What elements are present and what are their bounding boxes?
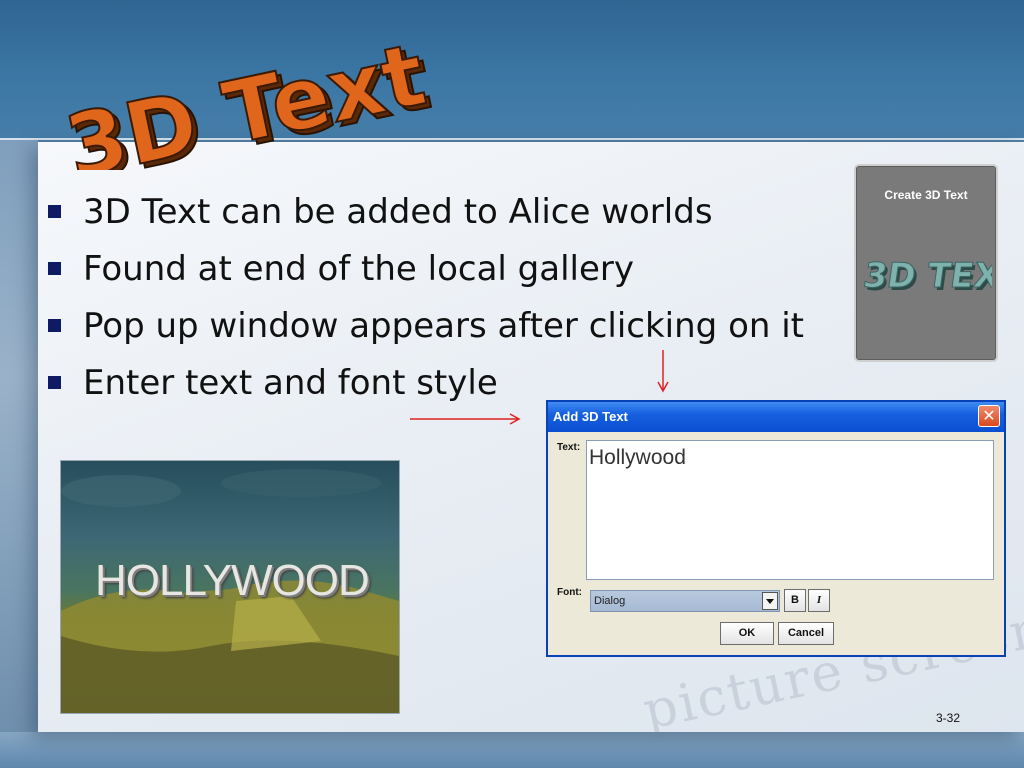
bullet-item: Pop up window appears after clicking on …: [48, 297, 804, 354]
close-button[interactable]: ✕: [978, 405, 1000, 427]
text-input[interactable]: Hollywood: [586, 440, 994, 580]
arrow-right-icon: [410, 413, 521, 425]
3d-text-art-icon: 3D TEXT 3D TEXT: [860, 256, 992, 299]
bullet-list: 3D Text can be added to Alice worlds Fou…: [48, 183, 804, 411]
bullet-square-icon: [48, 262, 61, 275]
hollywood-sign-text: HOLLYWOOD: [95, 556, 370, 605]
bullet-square-icon: [48, 319, 61, 332]
page-number: 3-32: [936, 711, 961, 725]
left-decor-strip: [0, 140, 38, 732]
dialog-title: Add 3D Text: [553, 409, 628, 424]
bullet-item: 3D Text can be added to Alice worlds: [48, 183, 804, 240]
bullet-text: Found at end of the local gallery: [83, 248, 635, 289]
svg-text:3D TEXT: 3D TEXT: [861, 256, 992, 296]
create-3d-text-tile[interactable]: Create 3D Text 3D TEXT 3D TEXT: [854, 164, 998, 362]
add-3d-text-dialog: Add 3D Text ✕ Text: Hollywood Font: Dial…: [546, 400, 1006, 657]
hollywood-scene-image: HOLLYWOOD: [60, 460, 400, 714]
bullet-text: 3D Text can be added to Alice worlds: [83, 191, 713, 232]
chevron-down-icon[interactable]: [762, 592, 778, 610]
font-select-value: Dialog: [594, 595, 626, 607]
text-label: Text:: [557, 442, 581, 453]
cancel-button[interactable]: Cancel: [778, 622, 834, 645]
italic-button[interactable]: I: [808, 589, 830, 612]
bullet-square-icon: [48, 376, 61, 389]
dialog-titlebar[interactable]: Add 3D Text ✕: [548, 402, 1004, 432]
bullet-square-icon: [48, 205, 61, 218]
ok-button[interactable]: OK: [720, 622, 774, 645]
bold-button[interactable]: B: [784, 589, 806, 612]
arrow-down-icon: [657, 350, 669, 393]
slide-title: 3D Text 3D Text: [57, 24, 440, 170]
bullet-text: Pop up window appears after clicking on …: [83, 305, 805, 346]
title-face: 3D Text: [58, 25, 434, 170]
close-icon: ✕: [982, 406, 996, 425]
tile-label: Create 3D Text: [884, 188, 968, 202]
font-label: Font:: [557, 587, 582, 598]
font-select[interactable]: Dialog: [590, 590, 780, 612]
bullet-item: Found at end of the local gallery: [48, 240, 804, 297]
bullet-text: Enter text and font style: [83, 362, 498, 403]
bottom-decor-band: [0, 732, 1024, 768]
